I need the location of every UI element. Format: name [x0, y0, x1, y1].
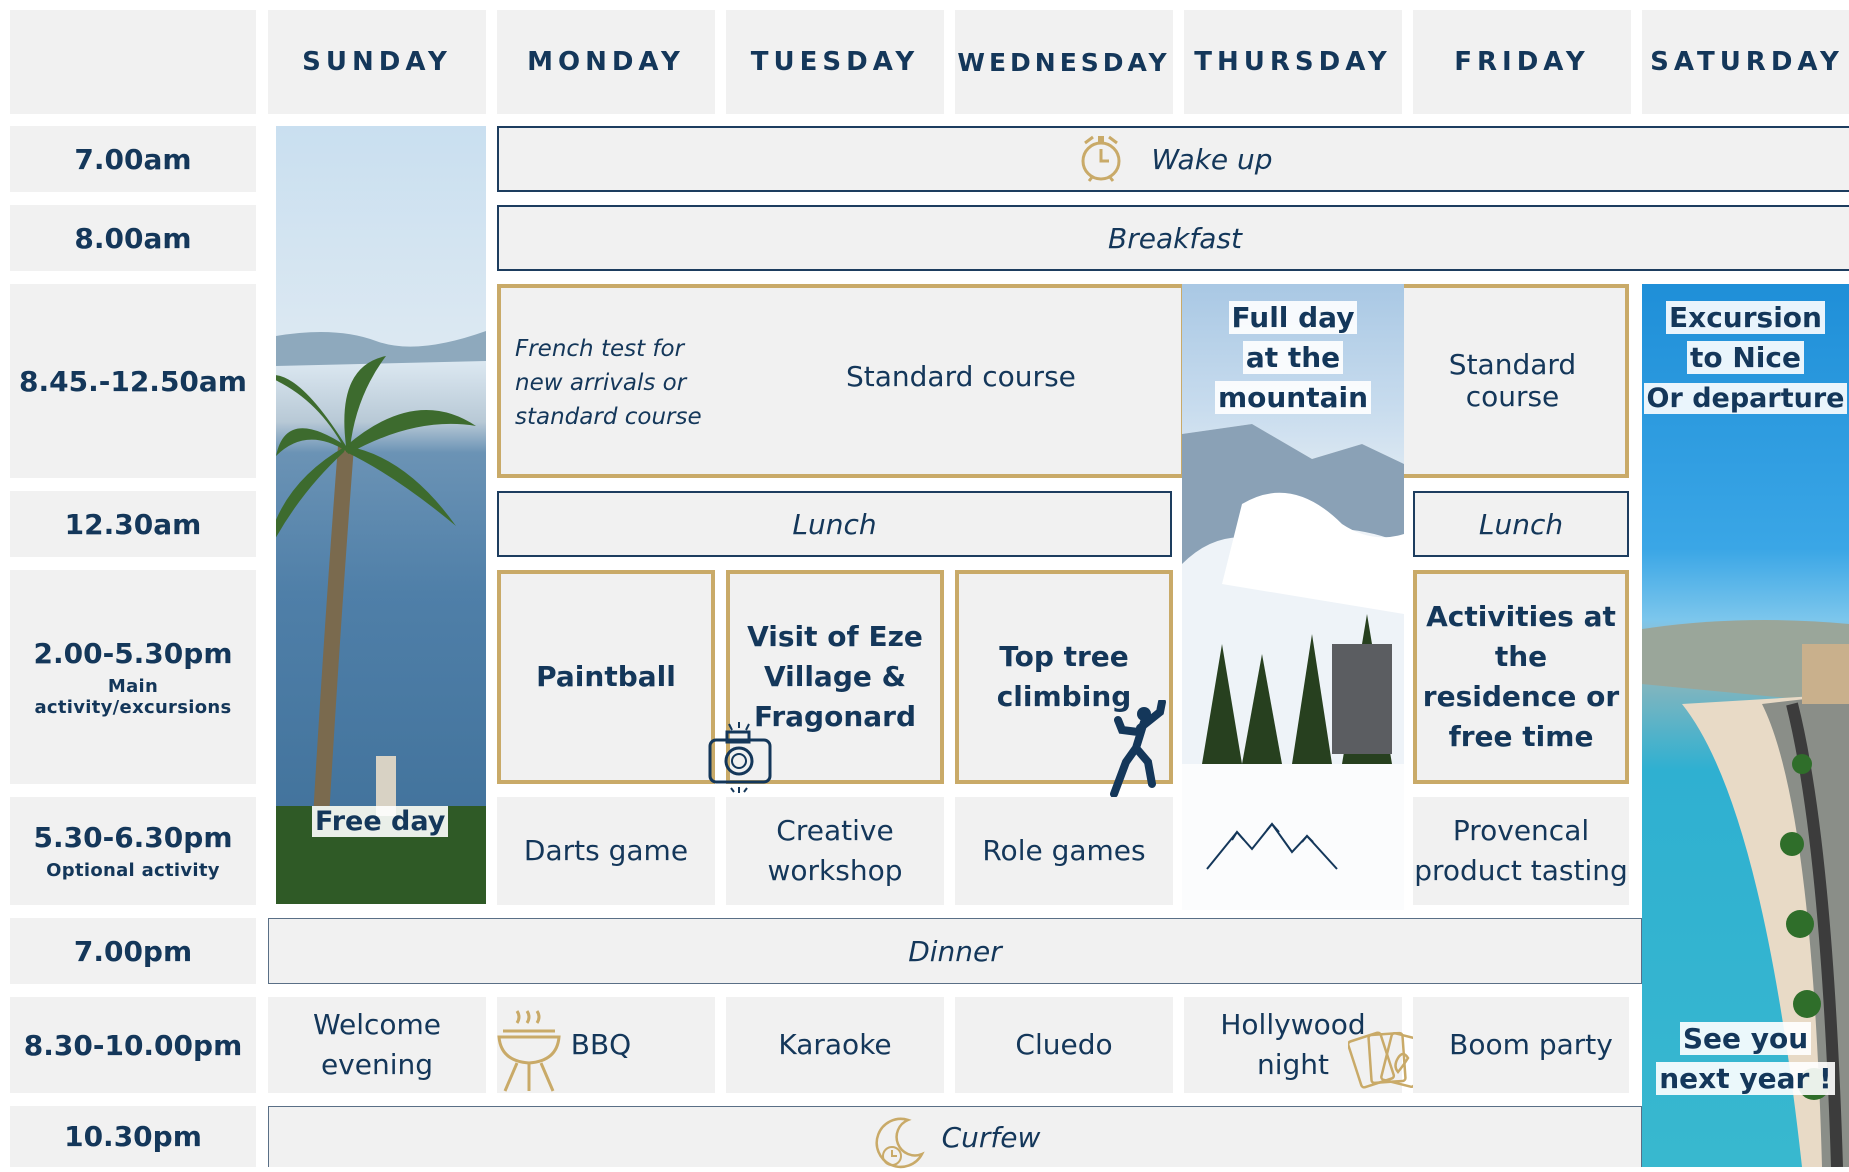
- optional-tuesday: Creative workshop: [726, 797, 944, 905]
- header-sunday: SUNDAY: [268, 10, 486, 114]
- time-subtitle: Main activity/excursions: [34, 675, 232, 718]
- header-thursday: THURSDAY: [1184, 10, 1402, 114]
- french-test-text: French test for new arrivals or standard…: [515, 336, 702, 430]
- thursday-photo: Full day at the mountain: [1182, 284, 1404, 910]
- friday-lunch-banner: Lunch: [1413, 491, 1629, 557]
- morning-course-block: French test for new arrivals or standard…: [497, 284, 1185, 478]
- evening-sunday: Welcome evening: [268, 997, 486, 1093]
- alarm-clock-icon: [1081, 135, 1121, 182]
- lunch-banner: Lunch: [497, 491, 1172, 557]
- excursion-label: Excursion to Nice Or departure: [1642, 298, 1849, 419]
- header-saturday: SATURDAY: [1642, 10, 1849, 114]
- breakfast-label: Breakfast: [1108, 221, 1242, 255]
- wake-up-label: Wake up: [1151, 142, 1273, 176]
- palm-tree-icon: [276, 331, 486, 904]
- time-subtitle: Optional activity: [46, 860, 220, 881]
- header-monday: MONDAY: [497, 10, 715, 114]
- sunday-photo: Free day: [276, 126, 486, 904]
- header-friday: FRIDAY: [1413, 10, 1631, 114]
- optional-wednesday: Role games: [955, 797, 1173, 905]
- full-day-label: Full day at the mountain: [1182, 298, 1404, 418]
- time-slot: 7.00am: [10, 126, 256, 192]
- time-slot: 8.30-10.00pm: [10, 997, 256, 1093]
- wake-up-banner: Wake up: [497, 126, 1849, 192]
- camera-icon: [708, 722, 772, 793]
- evening-tuesday: Karaoke: [726, 997, 944, 1093]
- friday-course-text: Standard course: [1448, 348, 1577, 413]
- time-slot: 8.00am: [10, 205, 256, 271]
- activity-monday: Paintball: [497, 570, 715, 784]
- dinner-label: Dinner: [908, 934, 1002, 968]
- time-slot: 7.00pm: [10, 918, 256, 984]
- activity-label: Visit of Eze Village & Fragonard: [747, 620, 923, 733]
- activity-label: Activities at the residence or free time: [1422, 600, 1620, 753]
- evening-monday: BBQ: [497, 997, 715, 1093]
- climber-icon: [1110, 700, 1166, 798]
- optional-friday: Provencal product tasting: [1413, 797, 1629, 905]
- evening-label: Boom party: [1449, 1028, 1613, 1061]
- dinner-banner: Dinner: [268, 918, 1642, 984]
- optional-monday: Darts game: [497, 797, 715, 905]
- friday-morning-course: Standard course: [1396, 284, 1629, 478]
- evening-friday: Boom party: [1413, 997, 1629, 1093]
- activity-label: Paintball: [536, 660, 676, 693]
- time-slot: 10.30pm: [10, 1106, 256, 1167]
- free-day-label: Free day: [312, 806, 449, 837]
- standard-course-text: Standard course: [846, 360, 1076, 393]
- time-slot: 5.30-6.30pm Optional activity: [10, 797, 256, 905]
- time-slot: 8.45.-12.50am: [10, 284, 256, 478]
- evening-label: BBQ: [570, 1028, 632, 1061]
- evening-wednesday: Cluedo: [955, 997, 1173, 1093]
- lunch-label: Lunch: [1478, 507, 1564, 541]
- header-tuesday: TUESDAY: [726, 10, 944, 114]
- curfew-banner: Curfew: [268, 1106, 1642, 1169]
- header-wednesday: WEDNESDAY: [955, 10, 1173, 114]
- saturday-photo: Excursion to Nice Or departure See you n…: [1642, 284, 1849, 1167]
- time-slot: 2.00-5.30pm Main activity/excursions: [10, 570, 256, 784]
- moon-clock-icon: [875, 1117, 925, 1169]
- bbq-grill-icon: [497, 1010, 561, 1092]
- breakfast-banner: Breakfast: [497, 205, 1849, 271]
- see-you-label: See you next year !: [1642, 1019, 1849, 1099]
- activity-friday: Activities at the residence or free time: [1413, 570, 1629, 784]
- curfew-label: Curfew: [941, 1120, 1041, 1154]
- corner-cell: [10, 10, 256, 114]
- lunch-label: Lunch: [792, 507, 877, 541]
- time-slot: 12.30am: [10, 491, 256, 557]
